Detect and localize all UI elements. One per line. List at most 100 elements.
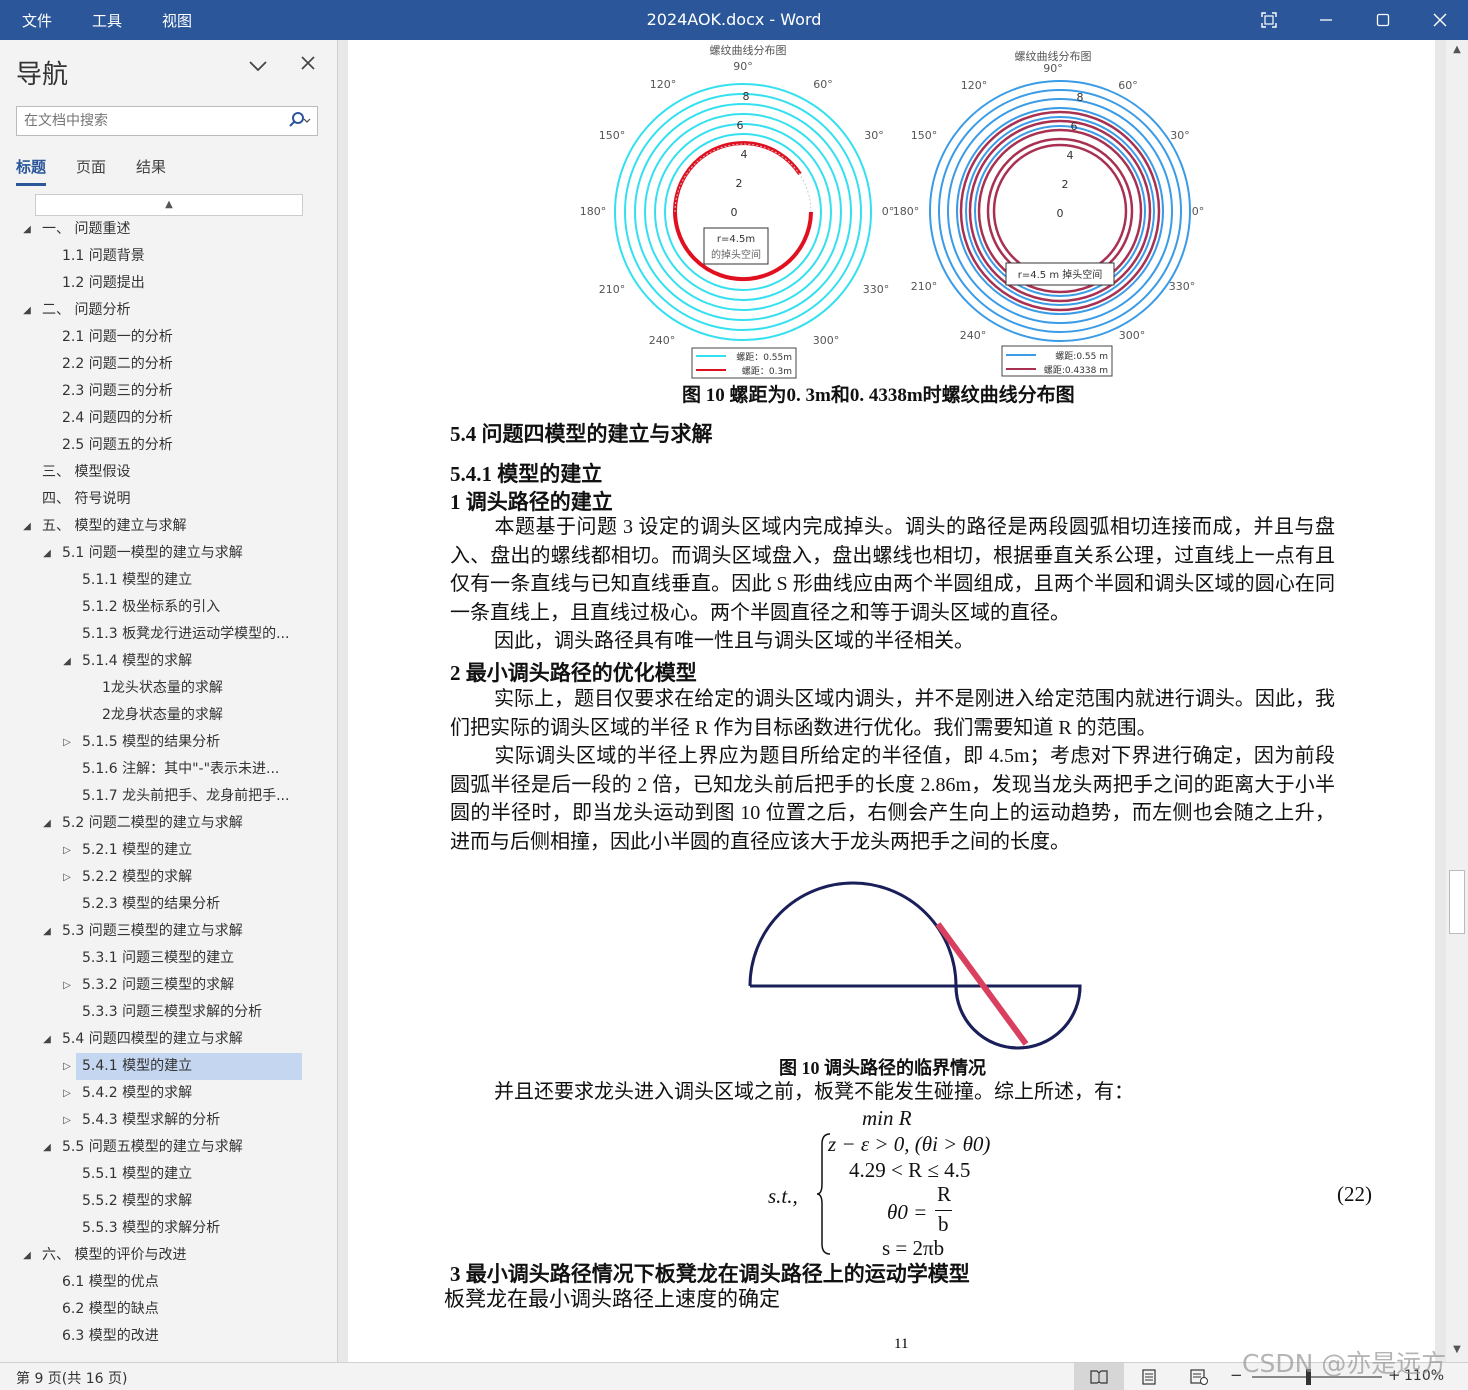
- polar-chart-right: 螺纹曲线分布图 90° 60° 30° 0° 330° 300° 240° 21…: [893, 49, 1204, 377]
- expanded-triangle-icon[interactable]: ◢: [40, 810, 54, 837]
- nav-heading-item[interactable]: ▷ 5.4.1 模型的建立: [0, 1053, 338, 1080]
- focus-mode-icon[interactable]: [1240, 0, 1297, 40]
- nav-heading-item[interactable]: ▷ 5.4.3 模型求解的分析: [0, 1107, 338, 1134]
- tab-headings[interactable]: 标题: [16, 156, 47, 186]
- menu-view[interactable]: 视图: [140, 10, 192, 31]
- tab-results[interactable]: 结果: [136, 156, 166, 186]
- nav-close-icon[interactable]: [300, 52, 316, 77]
- expanded-triangle-icon[interactable]: ◢: [40, 1026, 54, 1053]
- nav-heading-item[interactable]: 5.5.2 模型的求解: [0, 1188, 338, 1215]
- expanded-triangle-icon[interactable]: ◢: [20, 216, 34, 243]
- nav-heading-item[interactable]: 2.5 问题五的分析: [0, 432, 338, 459]
- minimize-icon[interactable]: [1297, 0, 1354, 40]
- nav-heading-item[interactable]: 1.2 问题提出: [0, 270, 338, 297]
- nav-heading-item[interactable]: ▷ 5.2.2 模型的求解: [0, 864, 338, 891]
- nav-heading-item[interactable]: 2.1 问题一的分析: [0, 324, 338, 351]
- page-number: 11: [894, 1336, 909, 1352]
- collapsed-triangle-icon[interactable]: ▷: [60, 972, 74, 999]
- nav-heading-item[interactable]: ◢ 5.2 问题二模型的建立与求解: [0, 810, 338, 837]
- menu-file[interactable]: 文件: [0, 10, 52, 31]
- read-mode-icon[interactable]: [1074, 1363, 1124, 1390]
- nav-heading-item[interactable]: 5.3.3 问题三模型求解的分析: [0, 999, 338, 1026]
- search-icon[interactable]: [289, 111, 311, 133]
- nav-heading-item[interactable]: 5.3.1 问题三模型的建立: [0, 945, 338, 972]
- nav-heading-label: 二、 问题分析: [42, 302, 131, 318]
- nav-heading-item[interactable]: ◢ 5.5 问题五模型的建立与求解: [0, 1134, 338, 1161]
- collapsed-triangle-icon[interactable]: ▷: [60, 729, 74, 756]
- expanded-triangle-icon[interactable]: ◢: [60, 648, 74, 675]
- paragraph: 实际上，题目仅要求在给定的调头区域内调头，并不是刚进入给定范围内就进行调头。因此…: [450, 688, 1335, 739]
- nav-heading-item[interactable]: ◢ 5.4 问题四模型的建立与求解: [0, 1026, 338, 1053]
- search-input[interactable]: [17, 107, 267, 135]
- nav-heading-item[interactable]: ◢ 5.3 问题三模型的建立与求解: [0, 918, 338, 945]
- nav-heading-item[interactable]: ▷ 5.1.5 模型的结果分析: [0, 729, 338, 756]
- nav-heading-item[interactable]: 2.3 问题三的分析: [0, 378, 338, 405]
- expanded-triangle-icon[interactable]: ◢: [40, 1134, 54, 1161]
- svg-text:0: 0: [731, 206, 738, 219]
- vertical-scrollbar[interactable]: ▲ ▼: [1446, 40, 1468, 1362]
- nav-heading-item[interactable]: 1龙头状态量的求解: [0, 675, 338, 702]
- document-area: 螺纹曲线分布图 90° 60° 30° 0° 330° 300° 240° 21…: [339, 40, 1446, 1362]
- collapsed-triangle-icon[interactable]: ▷: [60, 1107, 74, 1134]
- nav-heading-item[interactable]: 5.1.7 龙头前把手、龙身前把手...: [0, 783, 338, 810]
- chevron-down-icon[interactable]: [248, 54, 268, 78]
- nav-heading-item[interactable]: 1.1 问题背景: [0, 243, 338, 270]
- close-icon[interactable]: [1411, 0, 1468, 40]
- nav-heading-item[interactable]: ▷ 5.4.2 模型的求解: [0, 1080, 338, 1107]
- svg-text:8: 8: [1077, 91, 1084, 104]
- nav-heading-item[interactable]: 5.5.1 模型的建立: [0, 1161, 338, 1188]
- title-bar: 文件 工具 视图 2024AOK.docx - Word: [0, 0, 1468, 40]
- nav-heading-label: 5.1.5 模型的结果分析: [82, 734, 221, 750]
- nav-heading-item[interactable]: 6.1 模型的优点: [0, 1269, 338, 1296]
- nav-heading-label: 5.3.2 问题三模型的求解: [82, 977, 235, 993]
- collapsed-triangle-icon[interactable]: ▷: [60, 1080, 74, 1107]
- collapsed-triangle-icon[interactable]: ▷: [60, 837, 74, 864]
- nav-heading-item[interactable]: 6.2 模型的缺点: [0, 1296, 338, 1323]
- nav-heading-item[interactable]: ◢ 二、 问题分析: [0, 297, 338, 324]
- nav-heading-item[interactable]: 2龙身状态量的求解: [0, 702, 338, 729]
- collapsed-triangle-icon[interactable]: ▷: [60, 864, 74, 891]
- page-indicator[interactable]: 第 9 页(共 16 页): [16, 1368, 127, 1388]
- print-layout-icon[interactable]: [1124, 1363, 1174, 1390]
- nav-heading-item[interactable]: 5.2.3 模型的结果分析: [0, 891, 338, 918]
- menu-tools[interactable]: 工具: [70, 10, 122, 31]
- nav-heading-item[interactable]: ◢ 5.1.4 模型的求解: [0, 648, 338, 675]
- scroll-down-arrow-icon[interactable]: ▼: [1446, 1344, 1468, 1355]
- paragraph: 本题基于问题 3 设定的调头区域内完成掉头。调头的路径是两段圆弧相切连接而成，并…: [450, 516, 1335, 624]
- nav-heading-label: 5.5.1 模型的建立: [82, 1166, 193, 1182]
- nav-heading-item[interactable]: 2.2 问题二的分析: [0, 351, 338, 378]
- expanded-triangle-icon[interactable]: ◢: [20, 513, 34, 540]
- svg-text:6: 6: [1071, 120, 1078, 133]
- tab-pages[interactable]: 页面: [76, 156, 106, 186]
- expanded-triangle-icon[interactable]: ◢: [20, 1242, 34, 1269]
- nav-heading-item[interactable]: 5.1.1 模型的建立: [0, 567, 338, 594]
- collapsed-triangle-icon[interactable]: ▷: [60, 1053, 74, 1080]
- web-layout-icon[interactable]: [1174, 1363, 1224, 1390]
- nav-heading-item[interactable]: 三、 模型假设: [0, 459, 338, 486]
- nav-heading-item[interactable]: ▷ 5.3.2 问题三模型的求解: [0, 972, 338, 999]
- nav-heading-item[interactable]: 5.5.3 模型的求解分析: [0, 1215, 338, 1242]
- nav-heading-item[interactable]: 5.1.2 极坐标系的引入: [0, 594, 338, 621]
- nav-heading-item[interactable]: 5.1.6 注解：其中"-"表示未进...: [0, 756, 338, 783]
- expanded-triangle-icon[interactable]: ◢: [40, 540, 54, 567]
- nav-heading-label: 5.3.3 问题三模型求解的分析: [82, 1004, 263, 1020]
- nav-heading-item[interactable]: 5.1.3 板凳龙行进运动学模型的...: [0, 621, 338, 648]
- polar-chart-left: 螺纹曲线分布图 90° 60° 30° 0° 330° 300° 240° 21…: [580, 43, 894, 379]
- nav-heading-item[interactable]: 2.4 问题四的分析: [0, 405, 338, 432]
- fraction-bar: [935, 1210, 952, 1211]
- nav-heading-item[interactable]: ◢ 5.1 问题一模型的建立与求解: [0, 540, 338, 567]
- nav-heading-item[interactable]: ▷ 5.2.1 模型的建立: [0, 837, 338, 864]
- expanded-triangle-icon[interactable]: ◢: [20, 297, 34, 324]
- nav-heading-item[interactable]: ◢ 五、 模型的建立与求解: [0, 513, 338, 540]
- expanded-triangle-icon[interactable]: ◢: [40, 918, 54, 945]
- scroll-up-arrow-icon[interactable]: ▲: [1446, 44, 1468, 55]
- scroll-thumb[interactable]: [1449, 870, 1465, 934]
- zoom-out-icon[interactable]: −: [1230, 1366, 1243, 1384]
- nav-heading-item[interactable]: 6.3 模型的改进: [0, 1323, 338, 1350]
- nav-heading-item[interactable]: ◢ 六、 模型的评价与改进: [0, 1242, 338, 1269]
- maximize-icon[interactable]: [1354, 0, 1411, 40]
- heading-kinematics: 3 最小调头路径情况下板凳龙在调头路径上的运动学模型: [450, 1262, 970, 1286]
- nav-heading-item[interactable]: 四、 符号说明: [0, 486, 338, 513]
- scroll-up-icon[interactable]: ▲: [35, 194, 303, 216]
- nav-heading-item[interactable]: ◢ 一、 问题重述: [0, 216, 338, 243]
